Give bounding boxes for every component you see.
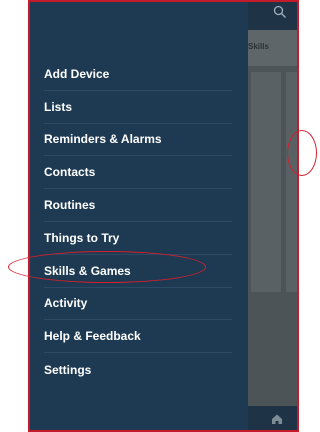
drawer-menu: Add Device Lists Reminders & Alarms Cont… xyxy=(44,58,232,386)
content-card xyxy=(286,72,297,292)
navigation-drawer: Add Device Lists Reminders & Alarms Cont… xyxy=(30,2,248,430)
menu-item-help-feedback[interactable]: Help & Feedback xyxy=(44,320,232,354)
menu-item-routines[interactable]: Routines xyxy=(44,189,232,222)
highlight-ellipse-skills-games xyxy=(8,251,206,283)
search-icon[interactable] xyxy=(273,5,287,19)
menu-item-add-device[interactable]: Add Device xyxy=(44,58,232,91)
highlight-ellipse-partial xyxy=(287,130,317,176)
menu-item-things-to-try[interactable]: Things to Try xyxy=(44,222,232,255)
menu-item-settings[interactable]: Settings xyxy=(44,353,232,386)
app-screen: Skills Add Device Lists Reminders & Alar… xyxy=(28,0,299,432)
menu-item-reminders-alarms[interactable]: Reminders & Alarms xyxy=(44,124,232,157)
home-icon[interactable] xyxy=(270,412,284,426)
menu-item-activity[interactable]: Activity xyxy=(44,288,232,321)
menu-item-lists[interactable]: Lists xyxy=(44,91,232,124)
content-card xyxy=(251,72,281,292)
menu-item-contacts[interactable]: Contacts xyxy=(44,156,232,190)
tab-skills[interactable]: Skills xyxy=(248,42,269,51)
